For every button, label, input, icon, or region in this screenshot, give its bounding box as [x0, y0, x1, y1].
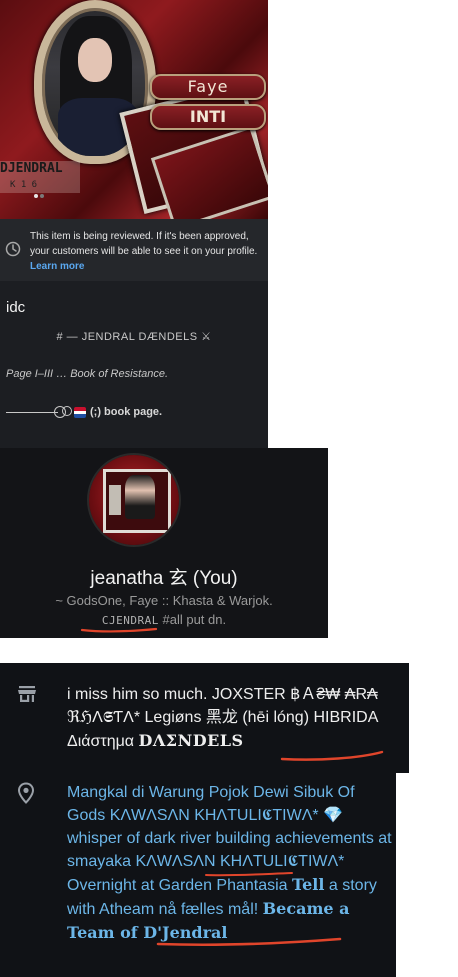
review-notice: This item is being reviewed. If it's bee…	[0, 219, 268, 281]
about-info-text: i miss him so much. JOXSTER ฿Ａ₴₩ ₳R₳ ℜℌΛ…	[67, 686, 378, 750]
book-page-label: (;) book page.	[90, 406, 163, 418]
learn-more-link[interactable]: Learn more	[30, 261, 84, 272]
banner-tag-pill: INTI	[150, 104, 266, 130]
post-title: # — JENDRAL DÆNDELS ⚔	[56, 331, 212, 343]
about-panel-gap	[396, 773, 409, 977]
location-text: Mangkal di Warung Pojok Dewi Sibuk Of Go…	[67, 784, 392, 942]
clock-icon	[5, 241, 21, 257]
profile-bio-tag: CJENDRAL	[101, 614, 159, 627]
banner-watermark: DJENDRAL K 1 6	[0, 161, 80, 193]
page: Faye INTI DJENDRAL K 1 6 This item is be…	[0, 0, 458, 977]
progress-knob-icon-2	[62, 406, 72, 416]
store-icon	[18, 686, 36, 702]
post-caption: idc	[6, 299, 26, 316]
profile-name: jeanatha 玄 (You)	[90, 568, 238, 589]
carousel-dots-icon	[34, 194, 44, 198]
profile-bio-line-1: ~ GodsOne, Faye :: Khasta & Warjok.	[55, 593, 273, 608]
post-subtitle: Page I–III … Book of Resistance.	[6, 368, 169, 380]
daendels-highlight: DΛΣNDELS	[138, 731, 244, 750]
location-pin-icon	[17, 782, 35, 804]
profile-avatar[interactable]	[89, 455, 179, 545]
profile-bio-line-2: CJENDRAL #all put dn.	[101, 612, 227, 627]
tell-word: Tell	[292, 875, 325, 894]
review-notice-text: This item is being reviewed. If it's bee…	[30, 231, 258, 272]
post-panel: Faye INTI DJENDRAL K 1 6 This item is be…	[0, 0, 268, 448]
banner-name-pill: Faye	[150, 74, 266, 100]
netherlands-flag-icon	[74, 407, 86, 418]
book-page-row: (;) book page.	[0, 403, 268, 423]
post-banner-image[interactable]: Faye INTI DJENDRAL K 1 6	[0, 0, 268, 219]
progress-line	[6, 412, 58, 413]
